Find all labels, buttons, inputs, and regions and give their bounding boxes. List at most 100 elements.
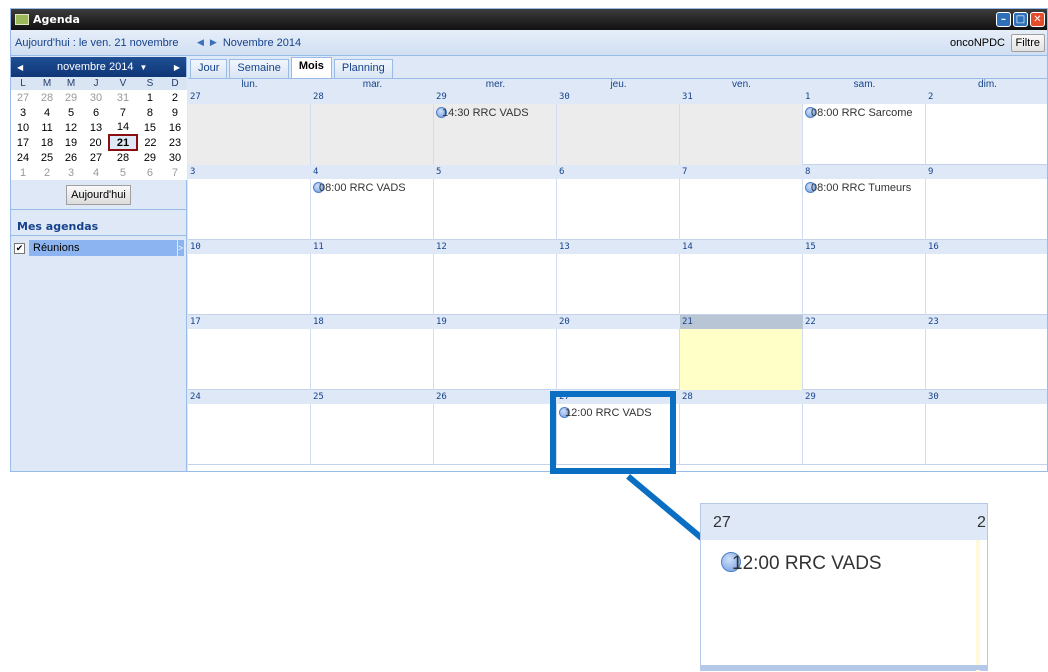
mini-day[interactable]: 27 xyxy=(83,150,109,165)
mini-prev-icon[interactable]: ◀ xyxy=(17,63,23,72)
day-number[interactable]: 15 xyxy=(803,240,926,254)
day-cell[interactable]: 08:00 RRC VADS xyxy=(311,179,434,240)
day-number[interactable]: 31 xyxy=(680,90,803,104)
mini-day[interactable]: 20 xyxy=(83,135,109,150)
day-number[interactable]: 5 xyxy=(434,165,557,179)
calendar-event[interactable]: 08:00 RRC VADS xyxy=(313,182,406,194)
mini-day[interactable]: 12 xyxy=(59,120,83,135)
day-number[interactable]: 18 xyxy=(311,315,434,329)
day-cell[interactable] xyxy=(803,404,926,465)
tab-semaine[interactable]: Semaine xyxy=(229,59,289,78)
day-cell[interactable] xyxy=(188,104,311,165)
day-number[interactable]: 24 xyxy=(188,390,311,404)
day-number[interactable]: 10 xyxy=(188,240,311,254)
day-number[interactable]: 20 xyxy=(557,315,680,329)
mini-day[interactable]: 1 xyxy=(11,165,35,180)
mini-day[interactable]: 14 xyxy=(109,120,137,135)
chevron-right-icon[interactable]: > xyxy=(178,240,184,256)
mini-calendar-title[interactable]: novembre 2014 xyxy=(57,61,133,73)
mini-day[interactable]: 11 xyxy=(35,120,59,135)
day-cell[interactable] xyxy=(434,254,557,315)
day-number[interactable]: 21 xyxy=(680,315,803,329)
prev-month-icon[interactable]: ◀ xyxy=(197,37,204,48)
mini-day[interactable]: 29 xyxy=(137,150,163,165)
mini-day[interactable]: 2 xyxy=(163,90,187,105)
day-cell[interactable] xyxy=(557,329,680,390)
mini-day[interactable]: 30 xyxy=(163,150,187,165)
chevron-down-icon[interactable]: ▼ xyxy=(139,63,147,72)
mini-day[interactable]: 1 xyxy=(137,90,163,105)
mini-day[interactable]: 28 xyxy=(109,150,137,165)
mini-day[interactable]: 30 xyxy=(83,90,109,105)
mini-next-icon[interactable]: ▶ xyxy=(174,63,180,72)
mini-day[interactable]: 16 xyxy=(163,120,187,135)
mini-day[interactable]: 19 xyxy=(59,135,83,150)
day-cell[interactable] xyxy=(434,329,557,390)
mini-day[interactable]: 2 xyxy=(35,165,59,180)
mini-day[interactable]: 7 xyxy=(163,165,187,180)
mini-day[interactable]: 7 xyxy=(109,105,137,120)
mini-day[interactable]: 28 xyxy=(35,90,59,105)
day-number[interactable]: 27 xyxy=(188,90,311,104)
day-cell[interactable] xyxy=(434,404,557,465)
day-number[interactable]: 9 xyxy=(926,165,1047,179)
day-cell[interactable] xyxy=(434,179,557,240)
mini-day[interactable]: 17 xyxy=(11,135,35,150)
calendar-event[interactable]: 14:30 RRC VADS xyxy=(436,107,529,119)
day-cell[interactable] xyxy=(188,254,311,315)
next-month-icon[interactable]: ▶ xyxy=(210,37,217,48)
day-number[interactable]: 2 xyxy=(926,90,1047,104)
day-cell[interactable] xyxy=(680,179,803,240)
day-number[interactable]: 3 xyxy=(188,165,311,179)
mini-day[interactable]: 13 xyxy=(83,120,109,135)
mini-day[interactable]: 22 xyxy=(137,135,163,150)
tab-planning[interactable]: Planning xyxy=(333,59,393,78)
day-cell[interactable] xyxy=(311,254,434,315)
mini-day[interactable]: 25 xyxy=(35,150,59,165)
mini-day[interactable]: 3 xyxy=(11,105,35,120)
agenda-item[interactable]: ✔ Réunions > xyxy=(11,240,186,256)
day-cell[interactable] xyxy=(926,404,1047,465)
close-icon[interactable]: ✕ xyxy=(1030,12,1045,27)
mini-day[interactable]: 31 xyxy=(109,90,137,105)
day-cell[interactable] xyxy=(557,104,680,165)
day-number[interactable]: 26 xyxy=(434,390,557,404)
day-number[interactable]: 28 xyxy=(311,90,434,104)
day-number[interactable]: 19 xyxy=(434,315,557,329)
day-number[interactable]: 17 xyxy=(188,315,311,329)
mini-day[interactable]: 8 xyxy=(137,105,163,120)
day-cell[interactable] xyxy=(557,254,680,315)
mini-day[interactable]: 26 xyxy=(59,150,83,165)
day-cell[interactable] xyxy=(926,329,1047,390)
agenda-item-label[interactable]: Réunions xyxy=(29,240,177,256)
day-cell[interactable] xyxy=(188,179,311,240)
day-cell[interactable] xyxy=(926,254,1047,315)
day-cell[interactable] xyxy=(926,104,1047,165)
day-number[interactable]: 12 xyxy=(434,240,557,254)
day-cell[interactable] xyxy=(680,329,803,390)
mini-day[interactable]: 6 xyxy=(83,105,109,120)
day-number[interactable]: 4 xyxy=(311,165,434,179)
day-cell[interactable] xyxy=(803,329,926,390)
day-cell[interactable] xyxy=(311,404,434,465)
day-cell[interactable]: 08:00 RRC Tumeurs xyxy=(803,179,926,240)
day-cell[interactable] xyxy=(680,404,803,465)
filter-button[interactable]: Filtre xyxy=(1010,34,1045,52)
mini-day[interactable]: 18 xyxy=(35,135,59,150)
mini-day[interactable]: 23 xyxy=(163,135,187,150)
mini-day[interactable]: 5 xyxy=(109,165,137,180)
day-number[interactable]: 16 xyxy=(926,240,1047,254)
day-number[interactable]: 28 xyxy=(680,390,803,404)
day-number[interactable]: 1 xyxy=(803,90,926,104)
day-cell[interactable] xyxy=(311,104,434,165)
day-number[interactable]: 7 xyxy=(680,165,803,179)
day-number[interactable]: 30 xyxy=(557,90,680,104)
mini-day[interactable]: 27 xyxy=(11,90,35,105)
day-number[interactable]: 22 xyxy=(803,315,926,329)
day-number[interactable]: 14 xyxy=(680,240,803,254)
tab-jour[interactable]: Jour xyxy=(190,59,228,78)
day-cell[interactable] xyxy=(680,254,803,315)
day-number[interactable]: 29 xyxy=(803,390,926,404)
day-number[interactable]: 8 xyxy=(803,165,926,179)
day-cell[interactable]: 08:00 RRC Sarcome xyxy=(803,104,926,165)
